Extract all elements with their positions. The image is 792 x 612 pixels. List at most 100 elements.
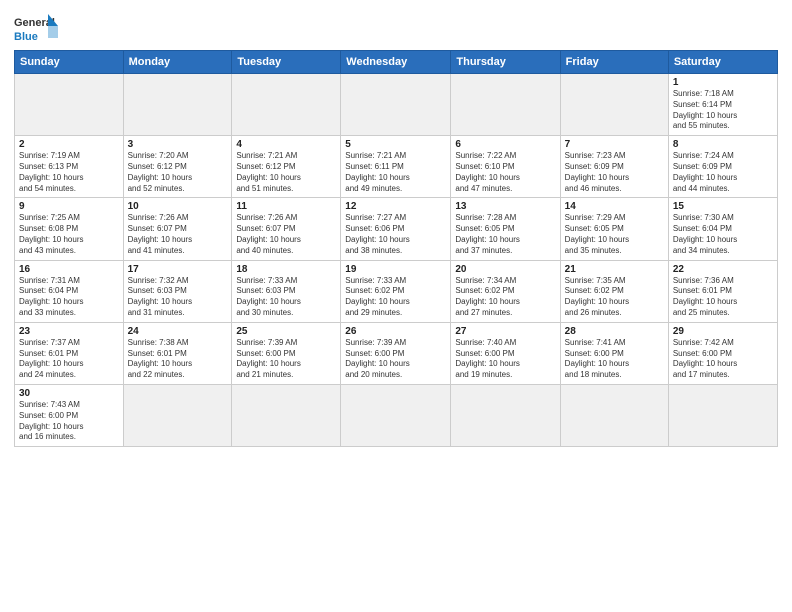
calendar-header-row: SundayMondayTuesdayWednesdayThursdayFrid…	[15, 51, 778, 74]
day-info: Sunrise: 7:26 AMSunset: 6:07 PMDaylight:…	[236, 213, 336, 256]
day-info: Sunrise: 7:36 AMSunset: 6:01 PMDaylight:…	[673, 276, 773, 319]
day-info: Sunrise: 7:43 AMSunset: 6:00 PMDaylight:…	[19, 400, 119, 443]
col-header-thursday: Thursday	[451, 51, 560, 74]
day-number: 2	[19, 139, 119, 150]
day-info: Sunrise: 7:25 AMSunset: 6:08 PMDaylight:…	[19, 213, 119, 256]
calendar-cell: 9Sunrise: 7:25 AMSunset: 6:08 PMDaylight…	[15, 198, 124, 260]
header: General Blue	[14, 10, 778, 44]
day-info: Sunrise: 7:32 AMSunset: 6:03 PMDaylight:…	[128, 276, 228, 319]
calendar-cell: 1Sunrise: 7:18 AMSunset: 6:14 PMDaylight…	[668, 74, 777, 136]
calendar-cell: 4Sunrise: 7:21 AMSunset: 6:12 PMDaylight…	[232, 136, 341, 198]
calendar-cell: 10Sunrise: 7:26 AMSunset: 6:07 PMDayligh…	[123, 198, 232, 260]
col-header-monday: Monday	[123, 51, 232, 74]
calendar-cell: 14Sunrise: 7:29 AMSunset: 6:05 PMDayligh…	[560, 198, 668, 260]
day-number: 20	[455, 264, 555, 275]
day-info: Sunrise: 7:41 AMSunset: 6:00 PMDaylight:…	[565, 338, 664, 381]
day-info: Sunrise: 7:27 AMSunset: 6:06 PMDaylight:…	[345, 213, 446, 256]
day-info: Sunrise: 7:31 AMSunset: 6:04 PMDaylight:…	[19, 276, 119, 319]
day-number: 4	[236, 139, 336, 150]
day-info: Sunrise: 7:39 AMSunset: 6:00 PMDaylight:…	[236, 338, 336, 381]
calendar-cell: 6Sunrise: 7:22 AMSunset: 6:10 PMDaylight…	[451, 136, 560, 198]
day-number: 13	[455, 201, 555, 212]
calendar-week-row: 30Sunrise: 7:43 AMSunset: 6:00 PMDayligh…	[15, 384, 778, 446]
col-header-friday: Friday	[560, 51, 668, 74]
col-header-saturday: Saturday	[668, 51, 777, 74]
day-info: Sunrise: 7:30 AMSunset: 6:04 PMDaylight:…	[673, 213, 773, 256]
day-number: 30	[19, 388, 119, 399]
calendar-cell: 26Sunrise: 7:39 AMSunset: 6:00 PMDayligh…	[341, 322, 451, 384]
calendar-cell	[123, 384, 232, 446]
col-header-sunday: Sunday	[15, 51, 124, 74]
calendar-cell: 13Sunrise: 7:28 AMSunset: 6:05 PMDayligh…	[451, 198, 560, 260]
day-info: Sunrise: 7:24 AMSunset: 6:09 PMDaylight:…	[673, 151, 773, 194]
day-info: Sunrise: 7:33 AMSunset: 6:03 PMDaylight:…	[236, 276, 336, 319]
day-number: 18	[236, 264, 336, 275]
col-header-tuesday: Tuesday	[232, 51, 341, 74]
calendar-cell	[232, 74, 341, 136]
day-number: 16	[19, 264, 119, 275]
calendar-cell	[560, 384, 668, 446]
day-number: 12	[345, 201, 446, 212]
day-number: 17	[128, 264, 228, 275]
day-number: 26	[345, 326, 446, 337]
day-info: Sunrise: 7:23 AMSunset: 6:09 PMDaylight:…	[565, 151, 664, 194]
calendar-cell: 20Sunrise: 7:34 AMSunset: 6:02 PMDayligh…	[451, 260, 560, 322]
day-info: Sunrise: 7:35 AMSunset: 6:02 PMDaylight:…	[565, 276, 664, 319]
day-number: 9	[19, 201, 119, 212]
calendar-week-row: 9Sunrise: 7:25 AMSunset: 6:08 PMDaylight…	[15, 198, 778, 260]
day-info: Sunrise: 7:18 AMSunset: 6:14 PMDaylight:…	[673, 89, 773, 132]
day-info: Sunrise: 7:20 AMSunset: 6:12 PMDaylight:…	[128, 151, 228, 194]
day-number: 22	[673, 264, 773, 275]
day-info: Sunrise: 7:26 AMSunset: 6:07 PMDaylight:…	[128, 213, 228, 256]
calendar-cell: 19Sunrise: 7:33 AMSunset: 6:02 PMDayligh…	[341, 260, 451, 322]
day-number: 10	[128, 201, 228, 212]
day-number: 1	[673, 77, 773, 88]
calendar-cell: 27Sunrise: 7:40 AMSunset: 6:00 PMDayligh…	[451, 322, 560, 384]
day-info: Sunrise: 7:21 AMSunset: 6:12 PMDaylight:…	[236, 151, 336, 194]
calendar-cell: 22Sunrise: 7:36 AMSunset: 6:01 PMDayligh…	[668, 260, 777, 322]
calendar-cell: 7Sunrise: 7:23 AMSunset: 6:09 PMDaylight…	[560, 136, 668, 198]
day-info: Sunrise: 7:22 AMSunset: 6:10 PMDaylight:…	[455, 151, 555, 194]
day-info: Sunrise: 7:29 AMSunset: 6:05 PMDaylight:…	[565, 213, 664, 256]
calendar-cell: 8Sunrise: 7:24 AMSunset: 6:09 PMDaylight…	[668, 136, 777, 198]
day-number: 11	[236, 201, 336, 212]
calendar-cell: 11Sunrise: 7:26 AMSunset: 6:07 PMDayligh…	[232, 198, 341, 260]
day-number: 14	[565, 201, 664, 212]
day-number: 5	[345, 139, 446, 150]
calendar-cell: 23Sunrise: 7:37 AMSunset: 6:01 PMDayligh…	[15, 322, 124, 384]
calendar-cell	[341, 74, 451, 136]
calendar-cell: 21Sunrise: 7:35 AMSunset: 6:02 PMDayligh…	[560, 260, 668, 322]
day-number: 8	[673, 139, 773, 150]
calendar-cell	[232, 384, 341, 446]
day-number: 21	[565, 264, 664, 275]
day-info: Sunrise: 7:28 AMSunset: 6:05 PMDaylight:…	[455, 213, 555, 256]
calendar-cell: 16Sunrise: 7:31 AMSunset: 6:04 PMDayligh…	[15, 260, 124, 322]
day-number: 23	[19, 326, 119, 337]
calendar-cell: 30Sunrise: 7:43 AMSunset: 6:00 PMDayligh…	[15, 384, 124, 446]
calendar-cell	[15, 74, 124, 136]
calendar-cell: 5Sunrise: 7:21 AMSunset: 6:11 PMDaylight…	[341, 136, 451, 198]
calendar-cell: 15Sunrise: 7:30 AMSunset: 6:04 PMDayligh…	[668, 198, 777, 260]
day-info: Sunrise: 7:21 AMSunset: 6:11 PMDaylight:…	[345, 151, 446, 194]
logo: General Blue	[14, 14, 58, 44]
calendar-week-row: 1Sunrise: 7:18 AMSunset: 6:14 PMDaylight…	[15, 74, 778, 136]
calendar-cell	[451, 74, 560, 136]
day-info: Sunrise: 7:33 AMSunset: 6:02 PMDaylight:…	[345, 276, 446, 319]
day-info: Sunrise: 7:39 AMSunset: 6:00 PMDaylight:…	[345, 338, 446, 381]
logo-svg: General Blue	[14, 14, 58, 44]
col-header-wednesday: Wednesday	[341, 51, 451, 74]
day-info: Sunrise: 7:40 AMSunset: 6:00 PMDaylight:…	[455, 338, 555, 381]
day-info: Sunrise: 7:37 AMSunset: 6:01 PMDaylight:…	[19, 338, 119, 381]
calendar-cell	[668, 384, 777, 446]
calendar-cell: 3Sunrise: 7:20 AMSunset: 6:12 PMDaylight…	[123, 136, 232, 198]
calendar-cell	[560, 74, 668, 136]
calendar-cell: 12Sunrise: 7:27 AMSunset: 6:06 PMDayligh…	[341, 198, 451, 260]
day-info: Sunrise: 7:19 AMSunset: 6:13 PMDaylight:…	[19, 151, 119, 194]
calendar-cell	[341, 384, 451, 446]
calendar-cell: 28Sunrise: 7:41 AMSunset: 6:00 PMDayligh…	[560, 322, 668, 384]
calendar-cell: 24Sunrise: 7:38 AMSunset: 6:01 PMDayligh…	[123, 322, 232, 384]
calendar-week-row: 2Sunrise: 7:19 AMSunset: 6:13 PMDaylight…	[15, 136, 778, 198]
day-number: 25	[236, 326, 336, 337]
calendar-cell: 29Sunrise: 7:42 AMSunset: 6:00 PMDayligh…	[668, 322, 777, 384]
day-number: 24	[128, 326, 228, 337]
